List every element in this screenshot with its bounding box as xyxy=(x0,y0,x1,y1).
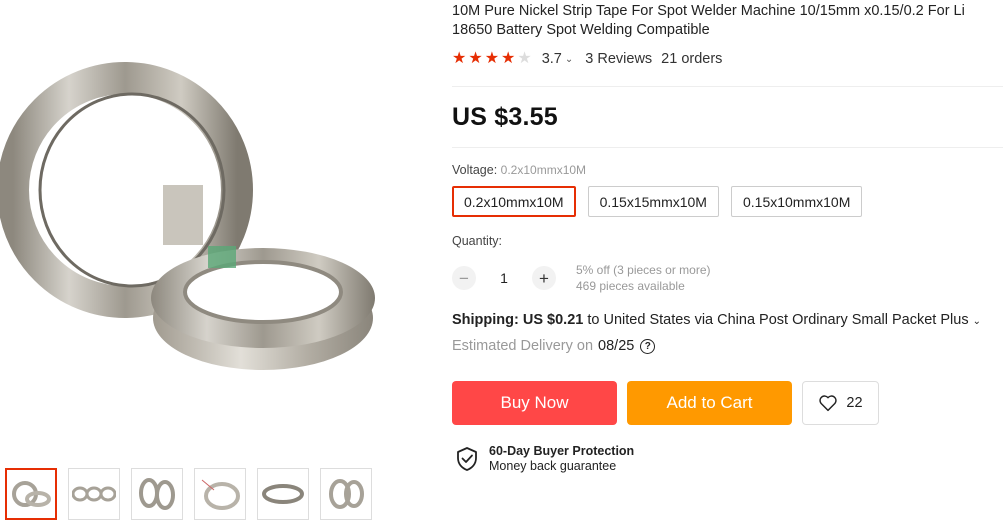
quantity-value[interactable]: 1 xyxy=(476,270,532,286)
star-icon: ★ xyxy=(452,50,467,67)
shipping-method: to United States via China Post Ordinary… xyxy=(587,312,969,328)
buyer-protection: 60-Day Buyer Protection Money back guara… xyxy=(455,444,634,474)
buy-now-button[interactable]: Buy Now xyxy=(452,381,617,425)
heart-icon xyxy=(819,395,838,412)
quantity-stepper: − 1 + 5% off (3 pieces or more) 469 piec… xyxy=(452,262,711,294)
thumbnail-6[interactable] xyxy=(320,468,372,520)
shipping-label: Shipping: xyxy=(452,312,519,328)
wishlist-button[interactable]: 22 xyxy=(802,381,879,425)
divider xyxy=(452,147,1003,148)
star-empty-icon: ★ xyxy=(517,50,532,67)
quantity-plus-button[interactable]: + xyxy=(532,266,556,290)
rating-stars: ★ ★ ★ ★ ★ xyxy=(452,51,532,67)
divider xyxy=(452,86,1003,87)
shipping-cost: US $0.21 xyxy=(522,312,584,328)
orders-count: 21 orders xyxy=(661,51,723,67)
star-icon: ★ xyxy=(468,50,483,67)
estimated-delivery-label: Estimated Delivery on xyxy=(452,338,594,354)
shield-check-icon xyxy=(457,447,477,471)
protection-title: 60-Day Buyer Protection xyxy=(489,444,635,458)
reviews-link[interactable]: 3 Reviews xyxy=(585,51,652,67)
quantity-minus-button[interactable]: − xyxy=(452,266,476,290)
delivery-date: 08/25 xyxy=(598,338,635,354)
protection-subtitle: Money back guarantee xyxy=(489,459,617,473)
thumbnail-strip xyxy=(5,468,372,520)
chevron-down-icon[interactable]: ⌄ xyxy=(565,54,573,65)
variant-option-3[interactable]: 0.15x10mmx10M xyxy=(730,186,863,217)
thumbnail-3[interactable] xyxy=(131,468,183,520)
product-price: US $3.55 xyxy=(452,103,558,131)
discount-note: 5% off (3 pieces or more) xyxy=(576,263,711,277)
thumbnail-4[interactable] xyxy=(194,468,246,520)
voltage-label: Voltage: xyxy=(452,163,498,177)
shipping-info[interactable]: Shipping: US $0.21 to United States via … xyxy=(452,312,981,328)
thumbnail-1[interactable] xyxy=(5,468,57,520)
wishlist-count: 22 xyxy=(846,395,863,411)
help-icon[interactable]: ? xyxy=(640,338,656,354)
variant-option-1[interactable]: 0.2x10mmx10M xyxy=(452,186,576,217)
thumbnail-2[interactable] xyxy=(68,468,120,520)
add-to-cart-button[interactable]: Add to Cart xyxy=(627,381,792,425)
voltage-selected-value: 0.2x10mmx10M xyxy=(500,163,587,177)
estimated-delivery: Estimated Delivery on 08/25 ? xyxy=(452,338,656,354)
star-icon: ★ xyxy=(484,50,500,67)
star-icon: ★ xyxy=(501,50,516,67)
voltage-label-row: Voltage: 0.2x10mmx10M xyxy=(452,163,586,177)
variant-option-2[interactable]: 0.15x15mmx10M xyxy=(587,186,719,217)
product-title: 10M Pure Nickel Strip Tape For Spot Weld… xyxy=(452,3,965,38)
quantity-label: Quantity: xyxy=(452,234,503,248)
quantity-notes: 5% off (3 pieces or more) 469 pieces ava… xyxy=(576,262,711,294)
pieces-available: 469 pieces available xyxy=(576,279,685,293)
main-product-image[interactable] xyxy=(0,0,440,455)
thumbnail-5[interactable] xyxy=(257,468,309,520)
chevron-down-icon[interactable]: ⌄ xyxy=(973,316,981,327)
rating-value[interactable]: 3.7 xyxy=(542,51,562,67)
variant-options: 0.2x10mmx10M 0.15x15mmx10M 0.15x10mmx10M xyxy=(452,186,863,217)
rating-row: ★ ★ ★ ★ ★ 3.7 ⌄ 3 Reviews 21 orders xyxy=(452,51,723,68)
